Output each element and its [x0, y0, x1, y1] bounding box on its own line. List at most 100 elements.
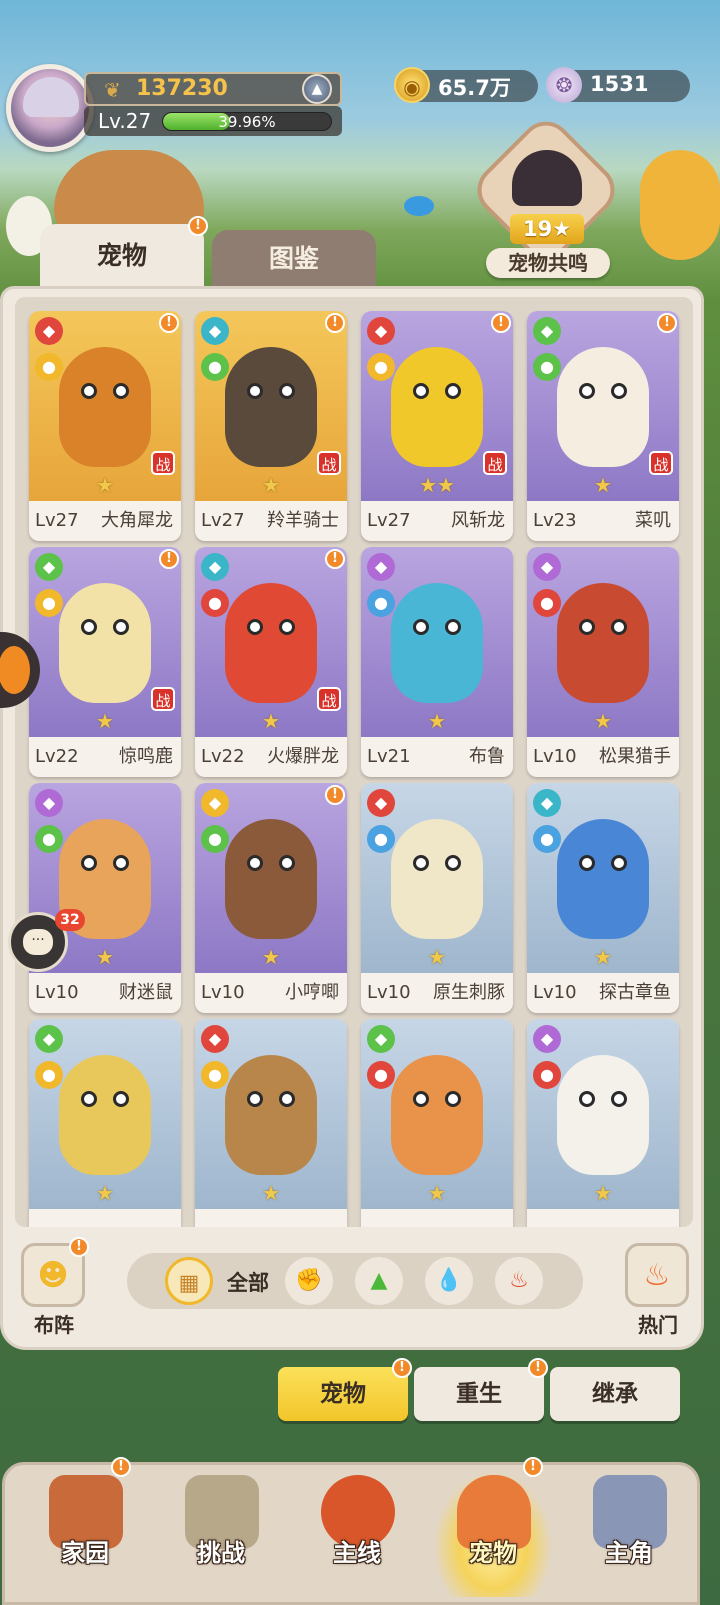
pet-trait-icon: ◆ — [201, 1025, 229, 1053]
nav-challenge[interactable]: 挑战 — [161, 1471, 281, 1597]
pet-card[interactable]: ◆ ● ★ — [195, 1019, 347, 1227]
pet-card[interactable]: ◆ ● ★ 战! Lv22 惊鸣鹿 — [29, 547, 181, 777]
pet-label: Lv10 探古章鱼 — [527, 973, 679, 1013]
pet-trait-icon: ◆ — [533, 553, 561, 581]
pet-stars: ★ — [594, 709, 612, 733]
pet-creature-art — [391, 819, 483, 939]
background-blue-bird — [404, 196, 434, 216]
pet-grid[interactable]: ◆ ● ★ 战! Lv27 大角犀龙 ◆ ● ★ 战! Lv27 羚羊骑士 ◆ ● ★ ★ 战! Lv27 风斩龙 ◆… — [15, 297, 693, 1227]
pet-trait-icon: ◆ — [367, 789, 395, 817]
pet-card[interactable]: ◆ ● ★ 战! Lv23 菜叽 — [527, 311, 679, 541]
hot-button[interactable]: ♨ — [625, 1243, 689, 1307]
pet-eye — [247, 383, 263, 399]
pet-creature-art — [557, 583, 649, 703]
filter-all-label: 全部 — [227, 1271, 269, 1295]
pet-level: Lv10 — [533, 982, 577, 1003]
shell-balance[interactable]: ❂ 1531 — [546, 67, 690, 103]
subtab-rebirth[interactable]: 重生 — [414, 1367, 544, 1421]
pet-portrait: ◆ ● ★ — [527, 547, 679, 737]
player-avatar[interactable] — [6, 64, 94, 152]
pet-label: Lv22 火爆胖龙 — [195, 737, 347, 777]
pet-label: Lv10 财迷鼠 — [29, 973, 181, 1013]
pet-card[interactable]: ◆ ● ★★ 战! Lv27 风斩龙 — [361, 311, 513, 541]
coin-balance[interactable]: ◉ 65.7万 — [394, 67, 538, 103]
nav-home[interactable]: 家园 — [25, 1471, 145, 1597]
pet-card[interactable]: ◆ ● ★ Lv10 松果猎手 — [527, 547, 679, 777]
level-row: Lv.27 39.96% — [84, 106, 342, 136]
pet-stars: ★ — [428, 1181, 446, 1205]
pet-eye — [81, 619, 97, 635]
nav-main[interactable]: 主线 — [297, 1471, 417, 1597]
pet-element-icon: ● — [35, 825, 63, 853]
pet-eye — [413, 855, 429, 871]
pet-portrait: ◆ ● ★! — [195, 783, 347, 973]
nav-home-alert-badge: ! — [111, 1457, 131, 1477]
fire-icon: ♨ — [509, 1268, 529, 1293]
pet-label: Lv23 菜叽 — [527, 501, 679, 541]
nav-hero[interactable]: 主角 — [569, 1471, 689, 1597]
shell-icon: ❂ — [546, 67, 582, 103]
chat-button[interactable]: ··· 32 — [8, 909, 85, 972]
coin-value: 65.7万 — [438, 76, 511, 100]
pet-eye — [445, 855, 461, 871]
pet-label: Lv10 松果猎手 — [527, 737, 679, 777]
resonance-star-count: 19★ — [510, 214, 584, 244]
pet-creature-art — [225, 347, 317, 467]
pet-element-icon: ● — [201, 1061, 229, 1089]
pet-resonance-button[interactable]: 19★ 宠物共鸣 — [466, 110, 626, 278]
pet-eye — [413, 619, 429, 635]
nav-pets[interactable]: 宠物 — [433, 1471, 553, 1597]
pet-portrait: ◆ ● ★ — [361, 783, 513, 973]
filter-fire-button[interactable]: ♨ — [495, 1257, 543, 1305]
pet-card[interactable]: ◆ ● ★ — [361, 1019, 513, 1227]
pet-stars: ★ — [96, 1181, 114, 1205]
pet-label: Lv27 羚羊骑士 — [195, 501, 347, 541]
pet-creature-art — [557, 1055, 649, 1175]
subtab-pets[interactable]: 宠物 — [278, 1367, 408, 1421]
pet-level: Lv10 — [201, 982, 245, 1003]
nav-hero-label: 主角 — [605, 1539, 653, 1567]
pet-eye — [611, 855, 627, 871]
bottom-navigation: 家园 ! 挑战 主线 宠物 ! 主角 — [2, 1457, 700, 1605]
subtab-inherit[interactable]: 继承 — [550, 1367, 680, 1421]
pet-eye — [611, 619, 627, 635]
pet-name: 羚羊骑士 — [267, 510, 339, 531]
pet-card[interactable]: ◆ ● ★ 战! Lv27 羚羊骑士 — [195, 311, 347, 541]
tab-pets[interactable]: 宠物 — [40, 224, 204, 290]
pet-trait-icon: ◆ — [201, 789, 229, 817]
pet-portrait: ◆ ● ★ — [361, 547, 513, 737]
pet-portrait: ◆ ● ★ 战! — [527, 311, 679, 501]
pet-card[interactable]: ◆ ● ★ 战! Lv27 大角犀龙 — [29, 311, 181, 541]
pet-card[interactable]: ◆ ● ★ Lv10 探古章鱼 — [527, 783, 679, 1013]
pet-alert-badge: ! — [159, 313, 179, 333]
pet-card[interactable]: ◆ ● ★ — [29, 1019, 181, 1227]
pet-card[interactable]: ◆ ● ★ Lv21 布鲁 — [361, 547, 513, 777]
pet-label: Lv10 小哼唧 — [195, 973, 347, 1013]
filter-fist-button[interactable]: ✊ — [285, 1257, 333, 1305]
pet-eye — [413, 1091, 429, 1107]
pet-alert-badge: ! — [159, 549, 179, 569]
pet-creature-art — [225, 819, 317, 939]
lineup-label: 布阵 — [34, 1313, 74, 1337]
filter-water-button[interactable]: 💧 — [425, 1257, 473, 1305]
pet-card[interactable]: ◆ ● ★ Lv10 财迷鼠 — [29, 783, 181, 1013]
pet-card[interactable]: ◆ ● ★ Lv10 原生刺豚 — [361, 783, 513, 1013]
pet-card[interactable]: ◆ ● ★! Lv10 小哼唧 — [195, 783, 347, 1013]
pet-level: Lv27 — [367, 510, 411, 531]
subtab-rebirth-alert-badge: ! — [528, 1358, 548, 1378]
rank-badge-icon[interactable]: ▲ — [302, 74, 332, 104]
nav-challenge-label: 挑战 — [197, 1539, 245, 1567]
pet-alert-badge: ! — [325, 313, 345, 333]
filter-all-button[interactable]: ▦ — [165, 1257, 213, 1305]
pet-alert-badge: ! — [491, 313, 511, 333]
pet-eye — [579, 619, 595, 635]
pet-card[interactable]: ◆ ● ★ 战! Lv22 火爆胖龙 — [195, 547, 347, 777]
pet-card[interactable]: ◆ ● ★ — [527, 1019, 679, 1227]
filter-mountain-button[interactable]: ▲ — [355, 1257, 403, 1305]
pet-eye — [113, 1091, 129, 1107]
pet-trait-icon: ◆ — [35, 789, 63, 817]
resonance-label: 宠物共鸣 — [486, 248, 610, 278]
pet-trait-icon: ◆ — [367, 1025, 395, 1053]
tab-atlas[interactable]: 图鉴 — [212, 230, 376, 288]
pet-eye — [81, 855, 97, 871]
